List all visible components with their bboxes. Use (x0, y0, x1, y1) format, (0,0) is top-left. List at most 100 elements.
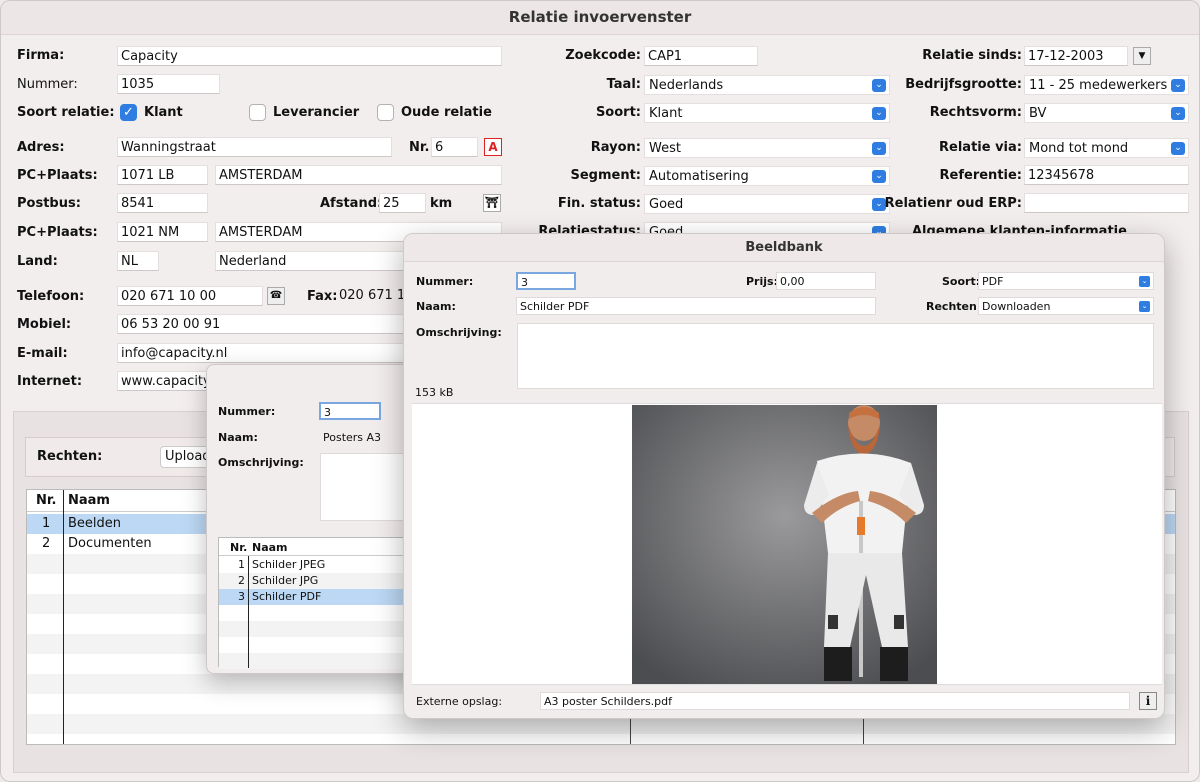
rechtsvorm-label: Rechtsvorm: (929, 105, 1022, 120)
posters-naam-label: Naam: (218, 431, 258, 444)
beeldbank-soort-select[interactable]: PDF ⌄ (978, 272, 1154, 290)
row-nr: 2 (42, 536, 51, 551)
pc-plaats1-label: PC+Plaats: (17, 168, 98, 183)
soort-value: Klant (649, 106, 683, 121)
taal-value: Nederlands (649, 78, 724, 93)
externe-opslag-field[interactable]: A3 poster Schilders.pdf (540, 692, 1130, 710)
posters-nummer-field[interactable]: 3 (319, 402, 381, 420)
klant-label: Klant (144, 105, 183, 120)
info-button[interactable]: i (1139, 692, 1157, 710)
afstand-field[interactable]: 25 (379, 193, 426, 213)
bedrijfsgrootte-select[interactable]: 11 - 25 medewerkers ⌄ (1024, 75, 1189, 95)
internet-field[interactable]: www.capacity (117, 371, 217, 391)
nr-field[interactable]: 6 (431, 137, 478, 157)
chevron-down-icon: ⌄ (1171, 79, 1185, 92)
column-divider (63, 490, 64, 744)
taal-label: Taal: (606, 77, 641, 92)
relatie-via-select[interactable]: Mond tot mond ⌄ (1024, 138, 1189, 158)
pc2-field[interactable]: 1021 NM (117, 222, 208, 242)
soort-select[interactable]: Klant ⌄ (644, 103, 890, 123)
col-nr-header: Nr. (36, 493, 57, 508)
postbus-field[interactable]: 8541 (117, 193, 208, 213)
nummer-label: Nummer: (17, 77, 78, 92)
files-row-naam: Schilder PDF (252, 590, 322, 603)
filesize-label: 153 kB (415, 386, 454, 399)
rechtsvorm-select[interactable]: BV ⌄ (1024, 103, 1189, 123)
klant-checkbox[interactable]: ✓ (120, 104, 137, 121)
afstand-label: Afstand: (320, 196, 383, 211)
calendar-dropdown-icon[interactable]: ▼ (1133, 47, 1151, 65)
relatie-sinds-field[interactable]: 17-12-2003 (1024, 46, 1128, 66)
land-code-field[interactable]: NL (117, 251, 159, 271)
fin-status-label: Fin. status: (557, 196, 641, 211)
land-label: Land: (17, 254, 58, 269)
taal-select[interactable]: Nederlands ⌄ (644, 75, 890, 95)
km-label: km (430, 196, 453, 211)
nummer-field[interactable]: 1035 (117, 74, 220, 94)
fax-label: Fax: (307, 289, 338, 304)
prijs-field[interactable]: 0,00 (776, 272, 876, 290)
firma-field[interactable]: Capacity (117, 46, 502, 66)
adres-label: Adres: (17, 140, 65, 155)
zoekcode-field[interactable]: CAP1 (644, 46, 758, 66)
window-title: Relatie invoervenster (1, 1, 1199, 35)
firma-label: Firma: (17, 48, 65, 63)
row-naam: Documenten (68, 536, 152, 551)
pc-plaats2-label: PC+Plaats: (17, 225, 98, 240)
beeldbank-soort-label: Soort: (942, 275, 981, 288)
relatie-via-value: Mond tot mond (1029, 141, 1129, 156)
segment-label: Segment: (570, 168, 641, 183)
adres-field[interactable]: Wanningstraat (117, 137, 392, 157)
oude-relatie-label: Oude relatie (401, 105, 492, 120)
leverancier-checkbox[interactable] (249, 104, 266, 121)
font-a-icon[interactable]: A (484, 138, 502, 156)
route-icon[interactable]: ⛩ (483, 194, 501, 212)
email-field[interactable]: info@capacity.nl (117, 343, 417, 363)
rechtsvorm-value: BV (1029, 106, 1047, 121)
posters-nummer-label: Nummer: (218, 405, 276, 418)
soort-relatie-label: Soort relatie: (17, 105, 115, 120)
beeldbank-naam-label: Naam: (416, 300, 456, 313)
bedrijfsgrootte-value: 11 - 25 medewerkers (1029, 78, 1168, 93)
chevron-down-icon: ⌄ (1171, 107, 1185, 120)
beeldbank-omschrijving-field[interactable] (517, 323, 1154, 389)
relatie-via-label: Relatie via: (939, 140, 1022, 155)
files-column-divider (248, 556, 249, 668)
chevron-down-icon: ⌄ (1139, 301, 1150, 312)
soort-select-value: PDF (982, 275, 1004, 288)
beeldbank-rechten-select[interactable]: Downloaden ⌄ (978, 297, 1154, 315)
chevron-down-icon: ⌄ (1139, 276, 1150, 287)
files-row-nr: 3 (238, 590, 245, 603)
fin-status-value: Goed (649, 197, 684, 212)
rayon-select[interactable]: West ⌄ (644, 138, 890, 158)
referentie-field[interactable]: 12345678 (1024, 165, 1189, 185)
files-row-nr: 1 (238, 558, 245, 571)
telefoon-field[interactable]: 020 671 10 00 (117, 286, 263, 306)
beeldbank-omschrijving-label: Omschrijving: (416, 326, 502, 339)
fin-status-select[interactable]: Goed ⌄ (644, 194, 890, 214)
posters-omschrijving-label: Omschrijving: (218, 456, 304, 469)
row-naam: Beelden (68, 516, 122, 531)
soort-label: Soort: (595, 105, 641, 120)
relatienr-erp-field[interactable] (1024, 193, 1189, 213)
files-row-naam: Schilder JPG (252, 574, 319, 587)
beeldbank-naam-field[interactable]: Schilder PDF (516, 297, 876, 315)
pc1-field[interactable]: 1071 LB (117, 165, 208, 185)
segment-value: Automatisering (649, 169, 749, 184)
mobiel-field[interactable]: 06 53 20 00 91 (117, 314, 417, 334)
land-field[interactable]: Nederland (215, 251, 415, 271)
externe-opslag-label: Externe opslag: (416, 695, 503, 708)
internet-label: Internet: (17, 374, 83, 389)
leverancier-label: Leverancier (273, 105, 360, 120)
segment-select[interactable]: Automatisering ⌄ (644, 166, 890, 186)
beeldbank-nummer-field[interactable]: 3 (516, 272, 576, 290)
rayon-label: Rayon: (590, 140, 641, 155)
rechten-label: Rechten: (37, 449, 103, 464)
mobiel-label: Mobiel: (17, 317, 72, 332)
plaats1-field[interactable]: AMSTERDAM (215, 165, 502, 185)
files-col-naam: Naam (252, 541, 288, 554)
phone-icon[interactable]: ☎ (267, 287, 285, 305)
referentie-label: Referentie: (939, 168, 1022, 183)
beeldbank-window: Beeldbank Nummer: 3 Prijs: 0,00 Soort: P… (403, 233, 1165, 719)
oude-relatie-checkbox[interactable] (377, 104, 394, 121)
